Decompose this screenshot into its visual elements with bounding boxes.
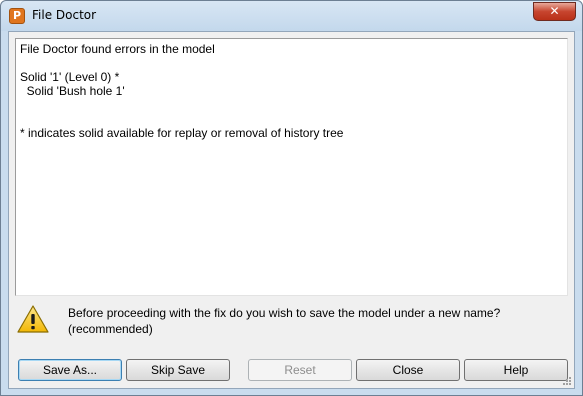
file-doctor-window: P File Doctor ✕ File Doctor found errors… <box>0 0 583 396</box>
close-icon[interactable]: ✕ <box>533 2 576 21</box>
window-title: File Doctor <box>32 8 97 22</box>
report-line <box>20 112 563 126</box>
save-prompt: Before proceeding with the fix do you wi… <box>68 305 558 337</box>
report-line: * indicates solid available for replay o… <box>20 126 344 140</box>
help-button[interactable]: Help <box>464 359 568 381</box>
report-line <box>20 98 563 112</box>
app-icon: P <box>9 8 25 24</box>
report-line: Solid '1' (Level 0) * <box>20 70 120 84</box>
report-line <box>20 56 563 70</box>
report-text-area[interactable]: File Doctor found errors in the model So… <box>15 38 568 296</box>
report-line: File Doctor found errors in the model <box>20 42 215 56</box>
report-line: Solid 'Bush hole 1' <box>20 84 125 98</box>
title-bar[interactable]: P File Doctor ✕ <box>1 1 582 31</box>
warning-icon <box>17 305 49 333</box>
close-button[interactable]: Close <box>356 359 460 381</box>
skip-save-button[interactable]: Skip Save <box>126 359 230 381</box>
prompt-line: (recommended) <box>68 322 153 336</box>
resize-grip-icon[interactable] <box>560 374 572 386</box>
prompt-line: Before proceeding with the fix do you wi… <box>68 306 501 320</box>
save-as-button[interactable]: Save As... <box>18 359 122 381</box>
reset-button[interactable]: Reset <box>248 359 352 381</box>
dialog-body: File Doctor found errors in the model So… <box>8 31 575 389</box>
